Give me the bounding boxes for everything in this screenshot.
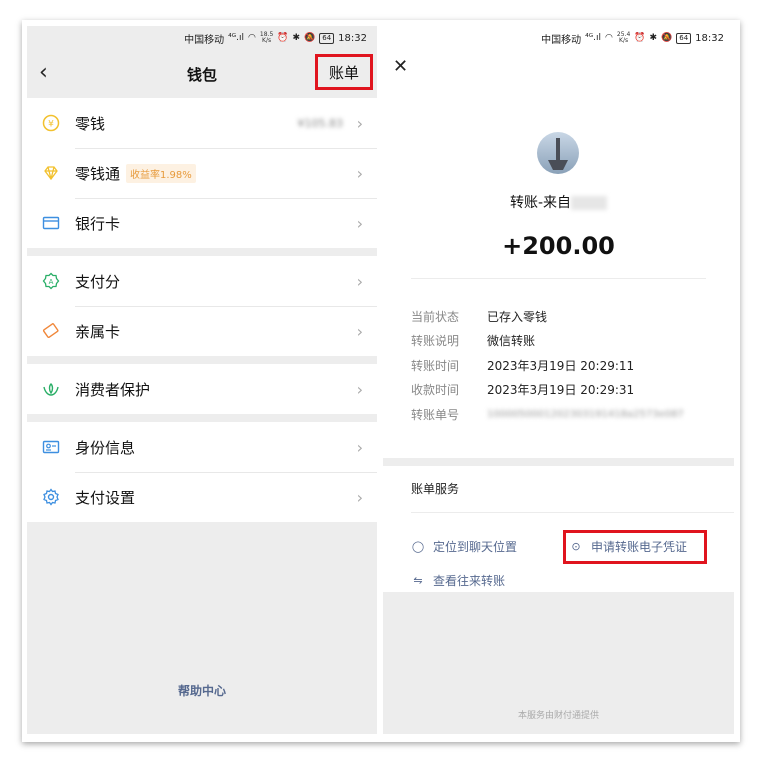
service-provider-note: 本服务由财付通提供 (517, 711, 599, 721)
protect-icon (41, 379, 61, 399)
gear-icon (41, 487, 61, 507)
transfer-summary: 转账-来自 +200.00 当前状态 已存入零钱 转账说明 微信转账 转账时间 202… (383, 132, 734, 458)
svg-text:¥: ¥ (48, 120, 54, 130)
menu-item-label: 支付分 (75, 272, 121, 291)
wallet-group-settings: 身份信息 › 支付设置 › (27, 422, 377, 522)
menu-item-label: 零钱通 (75, 164, 121, 183)
transfer-from-label: 转账-来自 (509, 195, 572, 211)
menu-item-label: 身份信息 (75, 438, 136, 457)
chevron-right-icon: › (356, 487, 363, 507)
carrier-label: 中国移动 (541, 34, 582, 46)
clock: 18:32 (338, 32, 367, 44)
menu-item-label: 银行卡 (75, 214, 121, 233)
id-icon (41, 437, 61, 457)
battery-icon: 64 (319, 32, 335, 44)
back-icon[interactable]: ‹ (39, 60, 48, 85)
info-row-note: 转账说明 微信转账 (411, 334, 536, 349)
battery-icon: 64 (676, 32, 692, 44)
wallet-navbar: ‹ 钱包 账单 (27, 50, 377, 98)
wallet-group-credit: A 支付分 › 亲属卡 › (27, 256, 377, 356)
yield-badge: 收益率1.98% (126, 163, 196, 183)
menu-item-pay-settings[interactable]: 支付设置 › (27, 472, 377, 522)
signal-icon: ⁴ᴳ.ıl (585, 33, 602, 43)
diamond-icon (41, 163, 61, 183)
menu-item-pay-score[interactable]: A 支付分 › (27, 256, 377, 306)
avatar (537, 132, 579, 174)
chevron-right-icon: › (356, 321, 363, 341)
transfer-from: 转账-来自 (383, 192, 734, 212)
alarm-icon: ⏰ (277, 33, 289, 43)
chevron-right-icon: › (356, 163, 363, 183)
coin-icon: ¥ (41, 113, 61, 133)
mute-icon: 🔕 (661, 33, 673, 43)
status-bar: 中国移动 ⁴ᴳ.ıl ◠ 18.5 K/s ⏰ ✱ 🔕 64 18:32 (27, 26, 377, 50)
exchange-icon: ⇋ (413, 574, 423, 587)
close-icon[interactable]: ✕ (393, 56, 408, 77)
detail-header: 中国移动 ⁴ᴳ.ıl ◠ 25.4 K/s ⏰ ✱ 🔕 64 18:32 ✕ (383, 26, 734, 132)
services-title: 账单服务 (411, 482, 460, 496)
bluetooth-icon: ✱ (292, 33, 301, 43)
transfer-detail-screen: 中国移动 ⁴ᴳ.ıl ◠ 25.4 K/s ⏰ ✱ 🔕 64 18:32 ✕ 转账… (383, 26, 734, 734)
balance-value: ¥105.83 (297, 116, 344, 130)
locate-chat-link[interactable]: ◯ 定位到聊天位置 (411, 538, 517, 555)
divider (411, 512, 734, 513)
info-row-status: 当前状态 已存入零钱 (411, 309, 548, 324)
help-center-link[interactable]: 帮助中心 (27, 682, 377, 699)
carrier-label: 中国移动 (184, 34, 225, 46)
wallet-group-balance: ¥ 零钱 ¥105.83 › 零钱通 收益率1.98% › 银行卡 › (27, 98, 377, 248)
score-icon: A (41, 271, 61, 291)
menu-item-label: 零钱 (75, 114, 106, 133)
highlight-box (563, 530, 707, 564)
card-icon (41, 213, 61, 233)
status-bar: 中国移动 ⁴ᴳ.ıl ◠ 25.4 K/s ⏰ ✱ 🔕 64 18:32 (383, 26, 734, 50)
menu-item-label: 消费者保护 (75, 380, 151, 399)
info-row-transfer-time: 转账时间 2023年3月19日 20:29:11 (411, 358, 635, 373)
info-row-receive-time: 收款时间 2023年3月19日 20:29:31 (411, 383, 635, 398)
menu-item-label: 亲属卡 (75, 322, 121, 341)
menu-item-change-plus[interactable]: 零钱通 收益率1.98% › (27, 148, 377, 198)
menu-item-label: 支付设置 (75, 488, 136, 507)
signal-icon: ⁴ᴳ.ıl (228, 33, 245, 43)
wifi-icon: ◠ (605, 33, 613, 43)
menu-item-family-card[interactable]: 亲属卡 › (27, 306, 377, 356)
bill-button[interactable]: 账单 (315, 54, 373, 90)
transfer-info-list: 当前状态 已存入零钱 转账说明 微信转账 转账时间 2023年3月19日 20:29:… (411, 304, 684, 427)
sender-name-redacted (571, 196, 608, 210)
wifi-icon: ◠ (248, 33, 256, 43)
svg-text:A: A (49, 278, 54, 286)
alarm-icon: ⏰ (634, 33, 646, 43)
transfer-amount: +200.00 (502, 232, 615, 260)
bluetooth-icon: ✱ (649, 33, 658, 43)
bill-services: 账单服务 ◯ 定位到聊天位置 ⊙ 申请转账电子凭证 ⇋ 查看往来转账 (383, 466, 734, 592)
chevron-right-icon: › (356, 271, 363, 291)
chevron-right-icon: › (356, 213, 363, 233)
eiffel-tower-base (548, 160, 568, 170)
page-title: 钱包 (186, 65, 217, 84)
wallet-group-protection: 消费者保护 › (27, 364, 377, 414)
info-row-order-number: 转账单号 1000050001202303191418a2573e087 (411, 407, 684, 422)
mute-icon: 🔕 (304, 33, 316, 43)
wallet-screen: 中国移动 ⁴ᴳ.ıl ◠ 18.5 K/s ⏰ ✱ 🔕 64 18:32 ‹ 钱包… (27, 26, 377, 734)
chevron-right-icon: › (356, 379, 363, 399)
chat-bubble-icon: ◯ (411, 540, 425, 553)
family-card-icon (41, 321, 61, 341)
menu-item-bank-card[interactable]: 银行卡 › (27, 198, 377, 248)
chevron-right-icon: › (356, 113, 363, 133)
menu-item-identity[interactable]: 身份信息 › (27, 422, 377, 472)
divider (411, 278, 706, 279)
clock: 18:32 (695, 32, 724, 44)
network-speed: 18.5 K/s (259, 31, 274, 44)
menu-item-consumer-protection[interactable]: 消费者保护 › (27, 364, 377, 414)
menu-item-change[interactable]: ¥ 零钱 ¥105.83 › (27, 98, 377, 148)
network-speed: 25.4 K/s (616, 31, 631, 44)
view-transfers-link[interactable]: ⇋ 查看往来转账 (411, 572, 505, 589)
chevron-right-icon: › (356, 437, 363, 457)
